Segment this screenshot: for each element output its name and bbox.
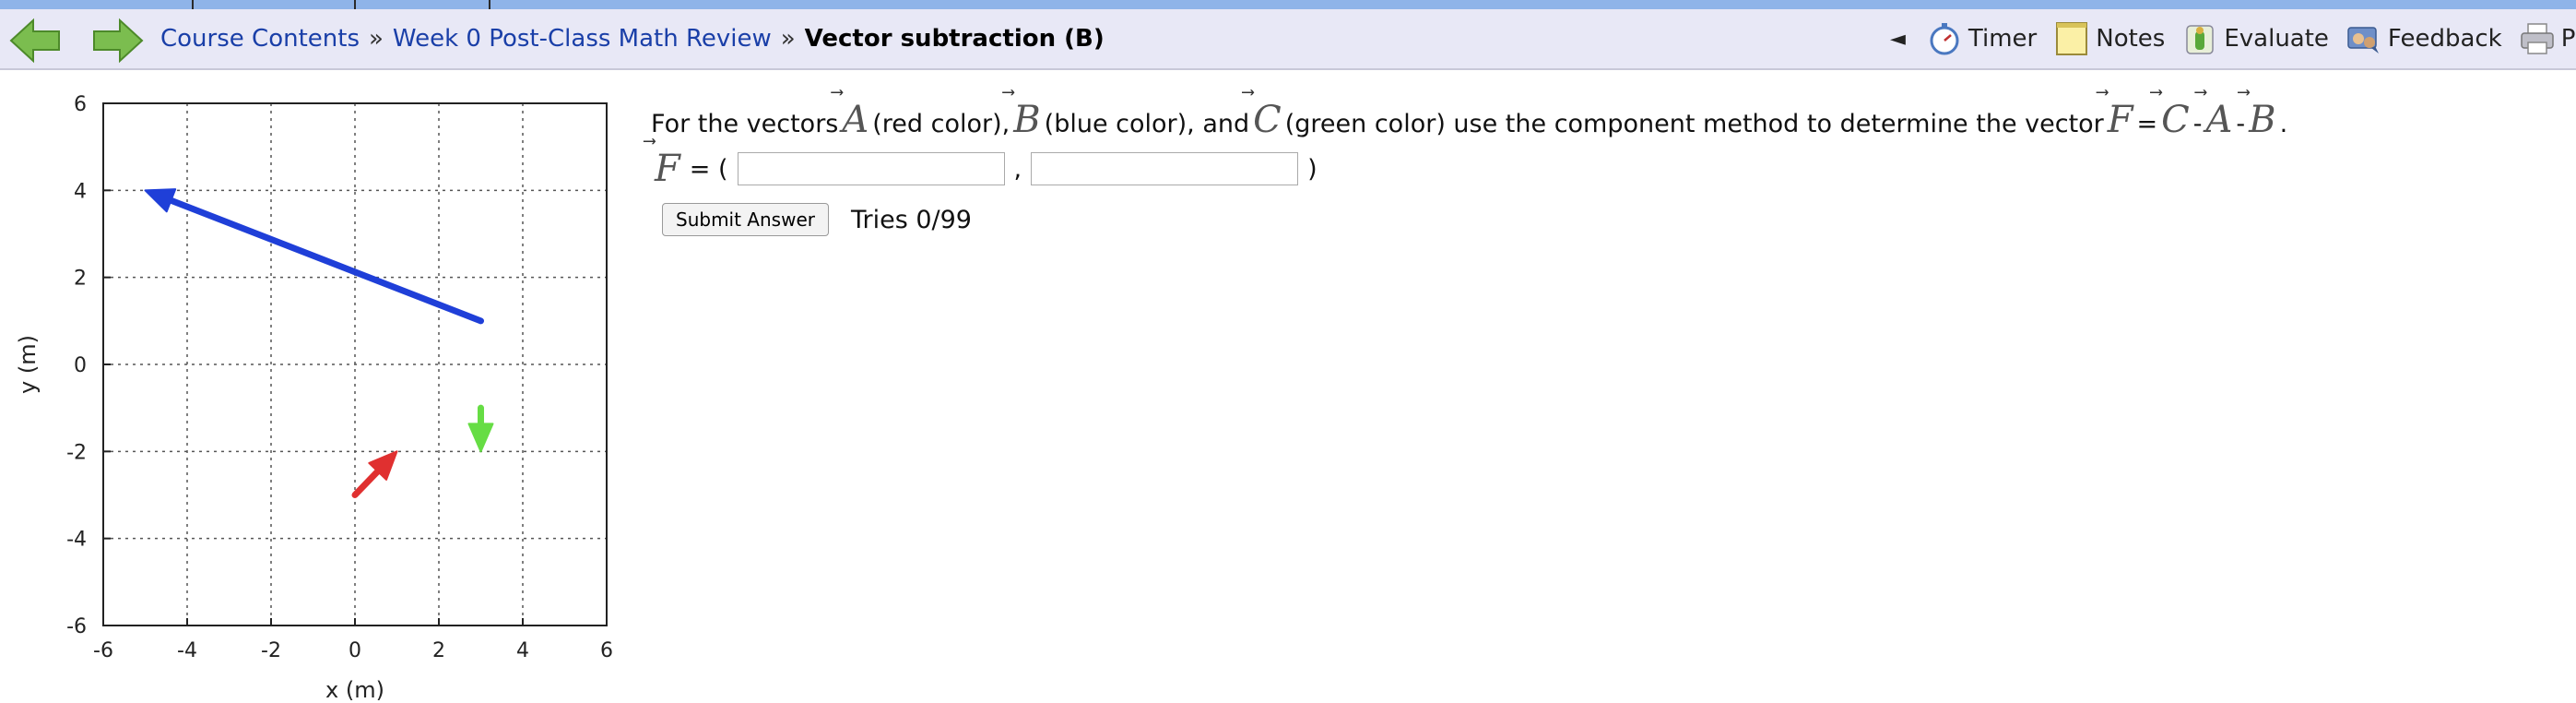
answer-row: ⃗F = ( , ) <box>651 142 2495 196</box>
vector-letter: B <box>2249 99 2276 141</box>
back-arrow-icon[interactable] <box>7 17 63 65</box>
notes-label: Notes <box>2096 25 2166 53</box>
x-tick-label: -2 <box>261 639 281 662</box>
print-button[interactable]: Print <box>2519 20 2576 57</box>
submit-answer-button[interactable]: Submit Answer <box>662 203 829 236</box>
answer-suffix: ) <box>1307 154 1318 184</box>
y-tick-label: 0 <box>74 354 87 377</box>
breadcrumb-separator: » <box>780 25 796 53</box>
strip-divider <box>489 0 490 9</box>
breadcrumb-separator: » <box>369 25 384 53</box>
y-tick-label: 2 <box>74 268 87 291</box>
evaluate-icon <box>2181 20 2218 57</box>
y-axis-title: y (m) <box>15 335 41 394</box>
feedback-button[interactable]: Feedback <box>2346 20 2502 57</box>
vector-letter: C <box>2161 99 2190 141</box>
vector-letter: A <box>2205 99 2233 141</box>
timer-label: Timer <box>1967 25 2038 53</box>
vector-a-symbol: ⃗A <box>842 101 869 138</box>
vector-c-head <box>467 423 494 453</box>
evaluate-button[interactable]: Evaluate <box>2181 20 2329 57</box>
vector-a-shaft <box>351 468 382 498</box>
print-label: Print <box>2560 25 2576 53</box>
previous-triangle-icon[interactable]: ◄ <box>1890 28 1906 51</box>
vector-letter: F <box>655 148 680 190</box>
timer-button[interactable]: Timer <box>1926 20 2037 57</box>
vector-plot-svg: -6 -4 -2 0 2 4 6 -6 -4 -2 0 2 4 6 x (m) y (m) <box>15 93 613 703</box>
vector-plot: -6 -4 -2 0 2 4 6 -6 -4 -2 0 2 4 6 x (m) y (m) <box>0 74 627 703</box>
vector-c-symbol: ⃗C <box>2161 101 2190 138</box>
x-tick-label: -4 <box>177 639 197 662</box>
vector-b-symbol: ⃗B <box>1013 101 1040 138</box>
x-tick-label: 4 <box>516 639 529 662</box>
vector-f-symbol: ⃗F <box>2108 101 2133 138</box>
y-tick-label: 6 <box>74 93 87 116</box>
notes-button[interactable]: Notes <box>2053 20 2165 57</box>
breadcrumb-course-contents[interactable]: Course Contents <box>160 25 360 53</box>
page-title: Vector subtraction (B) <box>804 25 1105 53</box>
vector-letter: B <box>1013 99 1041 141</box>
y-tick-label: -2 <box>66 441 87 464</box>
evaluate-label: Evaluate <box>2224 25 2329 53</box>
equals-sign: = <box>2136 110 2158 138</box>
problem-area: For the vectors ⃗A (red color), ⃗B (blue… <box>651 72 2495 236</box>
x-tick-label: 0 <box>349 639 361 662</box>
y-tick-label: -6 <box>66 615 87 638</box>
question-part: (blue color), and <box>1044 110 1250 138</box>
x-axis-title: x (m) <box>325 677 384 703</box>
stopwatch-icon <box>1926 20 1963 57</box>
notepad-icon <box>2053 20 2090 57</box>
question-part: (red color), <box>872 110 1010 138</box>
vector-letter: F <box>2107 99 2133 141</box>
forward-arrow-icon[interactable] <box>90 17 146 65</box>
answer-comma: , <box>1013 154 1022 184</box>
x-tick-label: 6 <box>600 639 613 662</box>
minus-sign: - <box>2236 110 2246 138</box>
tool-bar: ◄ Timer Notes Evaluate Feedback P <box>1890 9 2576 68</box>
period: . <box>2279 110 2288 138</box>
breadcrumb: Course Contents » Week 0 Post-Class Math… <box>160 9 1105 68</box>
y-component-input[interactable] <box>1031 152 1299 185</box>
vector-b-symbol: ⃗B <box>2249 101 2275 138</box>
breadcrumb-week-0-review[interactable]: Week 0 Post-Class Math Review <box>393 25 772 53</box>
strip-divider <box>192 0 194 9</box>
minus-sign: - <box>2192 110 2203 138</box>
feedback-label: Feedback <box>2387 25 2502 53</box>
tries-counter: Tries 0/99 <box>850 205 972 234</box>
y-tick-label: -4 <box>66 529 87 552</box>
vector-letter: A <box>842 99 869 141</box>
question-part: For the vectors <box>651 110 839 138</box>
vector-c-symbol: ⃗C <box>1253 101 1282 138</box>
submit-row: Submit Answer Tries 0/99 <box>662 203 2495 236</box>
printer-icon <box>2519 20 2556 57</box>
navigation-bar: Course Contents » Week 0 Post-Class Math… <box>0 9 2576 70</box>
y-tick-label: 4 <box>74 180 87 203</box>
vector-f-symbol: ⃗F <box>655 150 680 187</box>
feedback-icon <box>2346 20 2382 57</box>
vector-a-symbol: ⃗A <box>2206 101 2233 138</box>
strip-divider <box>354 0 356 9</box>
x-tick-label: -6 <box>93 639 113 662</box>
top-strip <box>0 0 2576 9</box>
vector-b-shaft <box>167 197 484 325</box>
question-text: For the vectors ⃗A (red color), ⃗B (blue… <box>651 72 2495 138</box>
vector-letter: C <box>1253 99 1282 141</box>
vector-b-head <box>144 188 177 213</box>
answer-prefix: = ( <box>689 154 728 184</box>
x-tick-label: 2 <box>432 639 445 662</box>
question-part: (green color) use the component method t… <box>1284 110 2104 138</box>
x-component-input[interactable] <box>737 152 1005 185</box>
